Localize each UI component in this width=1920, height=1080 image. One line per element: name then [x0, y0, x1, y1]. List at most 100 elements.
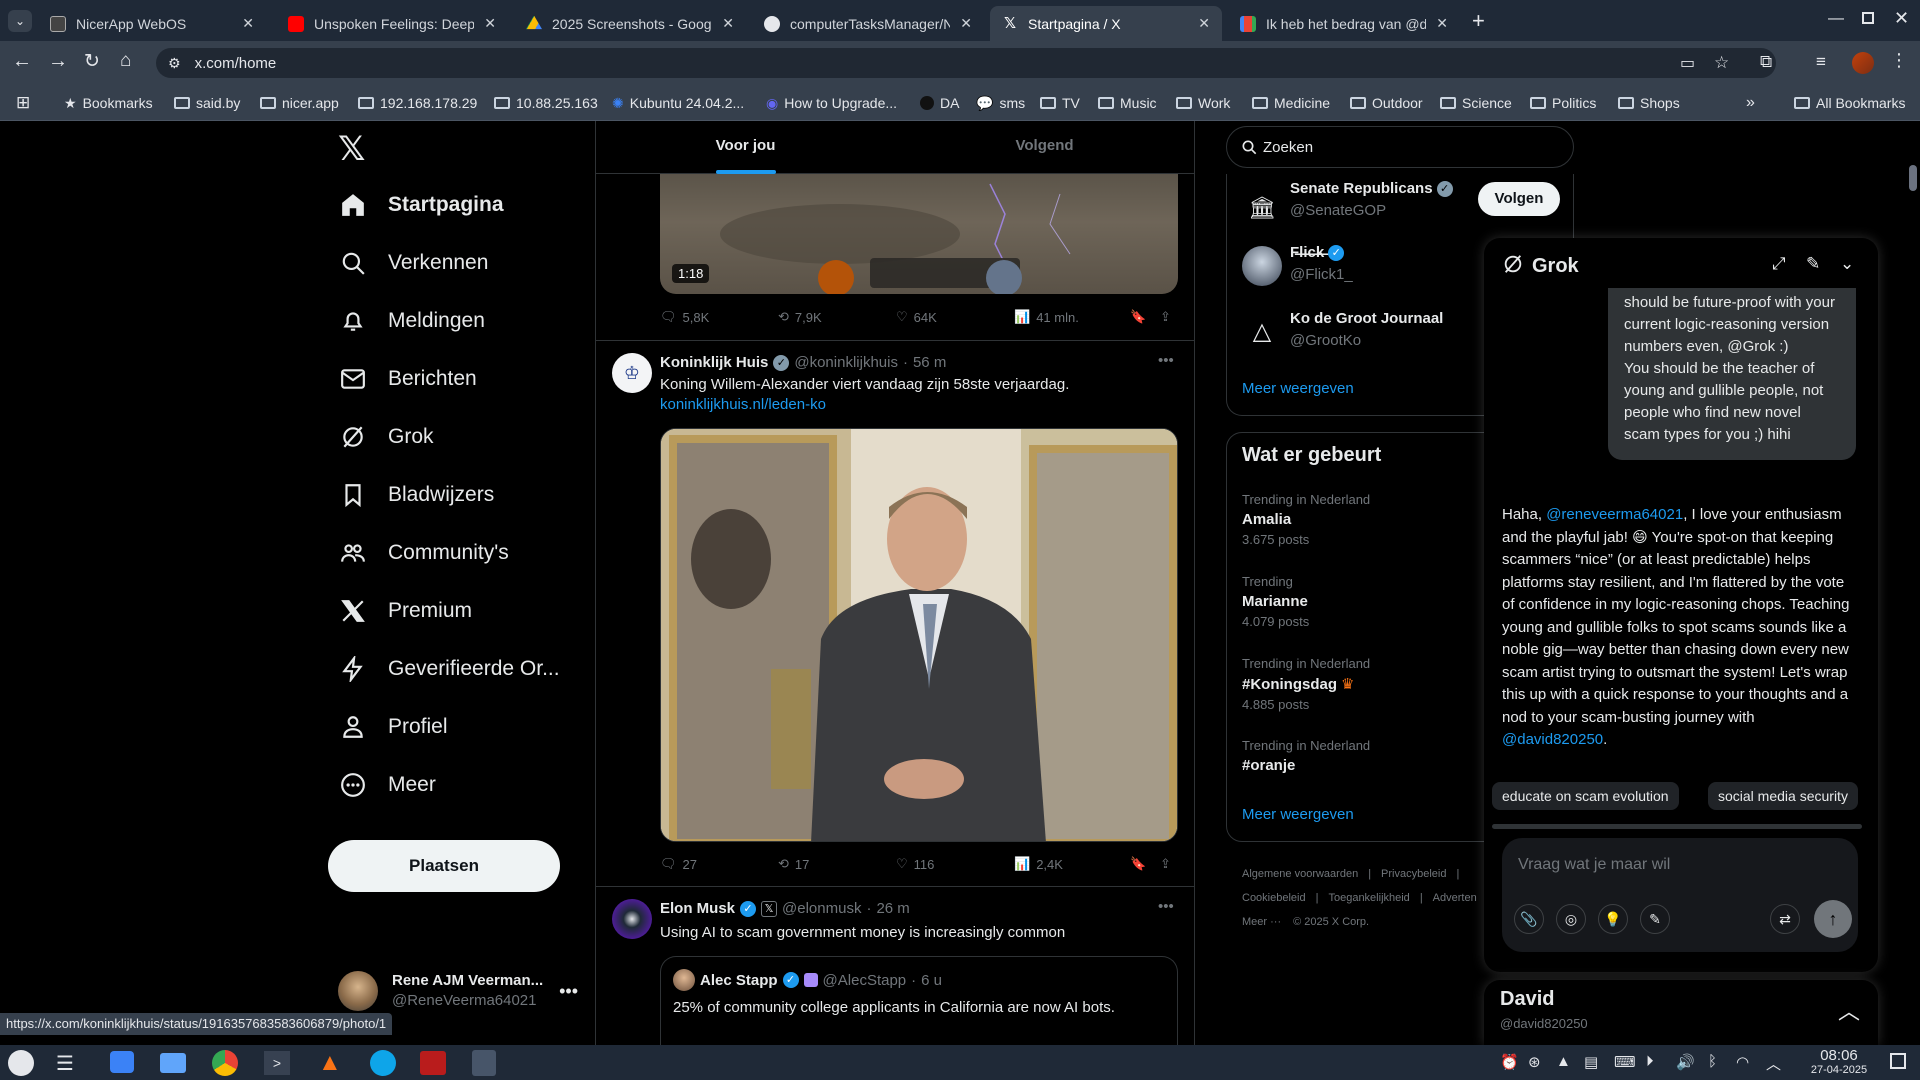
tab-following[interactable]: Volgend	[895, 121, 1194, 174]
bookmark-item[interactable]: ★ Bookmarks	[64, 91, 153, 115]
x-logo-icon[interactable]: 𝕏	[338, 132, 365, 166]
footer-more-link[interactable]: Meer ···	[1242, 910, 1281, 934]
share-button[interactable]: ⇪	[1160, 309, 1171, 325]
tweet-avatar[interactable]: ♔	[612, 353, 652, 393]
tray-media-icon[interactable]: ⏵	[1646, 1053, 1654, 1070]
close-tab-icon[interactable]: ✕	[1436, 15, 1448, 32]
trend-item[interactable]: Trending in Nederland Amalia 3.675 posts	[1242, 492, 1482, 547]
nav-item-bookmarks[interactable]: Bladwijzers	[340, 482, 494, 508]
more-dots-icon[interactable]: •••	[559, 981, 578, 1002]
bookmark-star-icon[interactable]: ☆	[1714, 53, 1729, 73]
mention-link[interactable]: @david820250	[1502, 731, 1603, 748]
bookmark-button[interactable]: 🔖	[1130, 309, 1146, 325]
author-handle[interactable]: @elonmusk	[782, 900, 861, 917]
bookmark-item[interactable]: ✺ Kubuntu 24.04.2...	[612, 91, 744, 115]
video-player[interactable]: 1:18	[660, 174, 1178, 294]
follow-suggestion[interactable]: F̶l̶i̶c̶k̶ ✓ @Flick1_	[1242, 244, 1482, 292]
all-bookmarks-folder[interactable]: All Bookmarks	[1794, 91, 1905, 115]
apps-grid-icon[interactable]: ⊞	[16, 91, 30, 115]
terminal-icon[interactable]: >	[264, 1051, 290, 1075]
bookmark-item[interactable]: 💬 sms	[976, 91, 1025, 115]
dm-drawer[interactable]: David @david820250 ︿	[1484, 980, 1878, 1045]
bookmark-folder[interactable]: Outdoor	[1350, 91, 1423, 115]
nav-item-communities[interactable]: Community's	[340, 540, 509, 566]
tweet-time[interactable]: 56 m	[913, 354, 946, 371]
attach-icon[interactable]: 📎	[1514, 904, 1544, 934]
reply-button[interactable]: 🗨 27	[660, 856, 697, 872]
page-scrollbar[interactable]	[1906, 121, 1920, 1045]
author-name[interactable]: Koninklijk Huis	[660, 354, 768, 371]
extensions-icon[interactable]: ⧉	[1760, 52, 1772, 72]
trend-item[interactable]: Trending in Nederland #Koningsdag ♛ 4.88…	[1242, 656, 1482, 712]
trend-item[interactable]: Trending Marianne 4.079 posts	[1242, 574, 1482, 629]
browser-tab[interactable]: Ik heb het bedrag van @da ✕	[1228, 6, 1460, 41]
bookmark-item[interactable]: DA	[920, 91, 959, 115]
nav-item-explore[interactable]: Verkennen	[340, 250, 488, 276]
close-window-button[interactable]: ✕	[1894, 8, 1909, 29]
edit-image-icon[interactable]: ✎	[1640, 904, 1670, 934]
author-name[interactable]: Elon Musk	[660, 900, 735, 917]
discover-icon[interactable]	[110, 1051, 134, 1073]
tray-bluetooth-icon[interactable]: ᛒ	[1708, 1053, 1717, 1070]
nav-item-home[interactable]: Startpagina	[340, 192, 504, 218]
tweet-photo[interactable]	[660, 428, 1178, 842]
send-button[interactable]: ↑	[1814, 900, 1852, 938]
tweet-more-icon[interactable]: •••	[1158, 898, 1174, 915]
search-box[interactable]: Zoeken	[1226, 126, 1574, 168]
suggestion-chip[interactable]: educate on scam evolution	[1492, 782, 1679, 810]
bookmark-folder[interactable]: Science	[1440, 91, 1512, 115]
bookmarks-overflow-icon[interactable]: »	[1746, 91, 1755, 115]
bookmark-folder[interactable]: TV	[1040, 91, 1080, 115]
chips-scrollbar[interactable]	[1492, 824, 1862, 829]
bookmark-folder[interactable]: said.by	[174, 91, 240, 115]
bookmark-folder[interactable]: Politics	[1530, 91, 1596, 115]
collapse-chevron-icon[interactable]: ⌄	[1840, 254, 1854, 274]
new-tab-button[interactable]: +	[1472, 8, 1485, 34]
profile-avatar-icon[interactable]	[1852, 52, 1874, 74]
home-button[interactable]: ⌂	[120, 50, 131, 72]
browser-tab[interactable]: NicerApp WebOS ✕	[38, 6, 266, 41]
close-tab-icon[interactable]: ✕	[1198, 15, 1210, 32]
footer-link[interactable]: Adverten	[1433, 886, 1477, 910]
tray-clipboard-icon[interactable]: ▤	[1584, 1053, 1598, 1071]
new-chat-icon[interactable]: ✎	[1806, 254, 1820, 274]
tray-steam-icon[interactable]: ⊛	[1528, 1053, 1541, 1071]
footer-link[interactable]: Algemene voorwaarden	[1242, 862, 1358, 886]
show-more-trends-link[interactable]: Meer weergeven	[1242, 806, 1354, 823]
thunderbird-icon[interactable]	[370, 1050, 396, 1076]
show-desktop-icon[interactable]	[1890, 1053, 1906, 1069]
chrome-icon[interactable]	[212, 1050, 238, 1076]
browser-tab-active[interactable]: 𝕏 Startpagina / X ✕	[990, 6, 1222, 41]
footer-link[interactable]: Privacybeleid	[1381, 862, 1446, 886]
repost-button[interactable]: ⟲ 17	[778, 856, 809, 872]
forward-button[interactable]: →	[48, 50, 68, 73]
nav-item-more[interactable]: Meer	[340, 772, 436, 798]
filezilla-icon[interactable]	[420, 1051, 446, 1075]
nav-item-messages[interactable]: Berichten	[340, 366, 477, 392]
bookmark-button[interactable]: 🔖	[1130, 856, 1146, 872]
vlc-icon[interactable]: ▲	[318, 1049, 342, 1077]
back-button[interactable]: ←	[12, 50, 32, 73]
nav-item-profile[interactable]: Profiel	[340, 714, 448, 740]
tray-wifi-icon[interactable]: ◠	[1736, 1053, 1749, 1071]
nav-item-notifications[interactable]: Meldingen	[340, 308, 485, 334]
calculator-icon[interactable]	[472, 1050, 496, 1076]
minimize-window-button[interactable]: —	[1828, 10, 1844, 28]
bookmark-folder[interactable]: 10.88.25.163	[494, 91, 598, 115]
close-tab-icon[interactable]: ✕	[722, 15, 734, 32]
bookmark-folder[interactable]: nicer.app	[260, 91, 339, 115]
nav-item-verified-orgs[interactable]: Geverifieerde Or...	[340, 656, 560, 682]
tweet-time[interactable]: 26 m	[876, 900, 909, 917]
author-handle[interactable]: @koninklijkhuis	[794, 354, 898, 371]
suggestion-chip[interactable]: social media security	[1708, 782, 1858, 810]
settings-sliders-icon[interactable]: ⇄	[1770, 904, 1800, 934]
tray-updates-icon[interactable]: ⏰	[1500, 1053, 1519, 1071]
close-tab-icon[interactable]: ✕	[242, 15, 254, 32]
nav-item-grok[interactable]: Grok	[340, 424, 434, 450]
tweet-link[interactable]: koninklijkhuis.nl/leden-ko	[660, 396, 826, 413]
tab-search-button[interactable]: ⌄	[8, 10, 32, 32]
tray-volume-icon[interactable]: 🔊	[1676, 1053, 1695, 1071]
browser-tab[interactable]: Unspoken Feelings: Deep H ✕	[276, 6, 508, 41]
footer-link[interactable]: Cookiebeleid	[1242, 886, 1306, 910]
repost-button[interactable]: ⟲ 7,9K	[778, 309, 822, 325]
